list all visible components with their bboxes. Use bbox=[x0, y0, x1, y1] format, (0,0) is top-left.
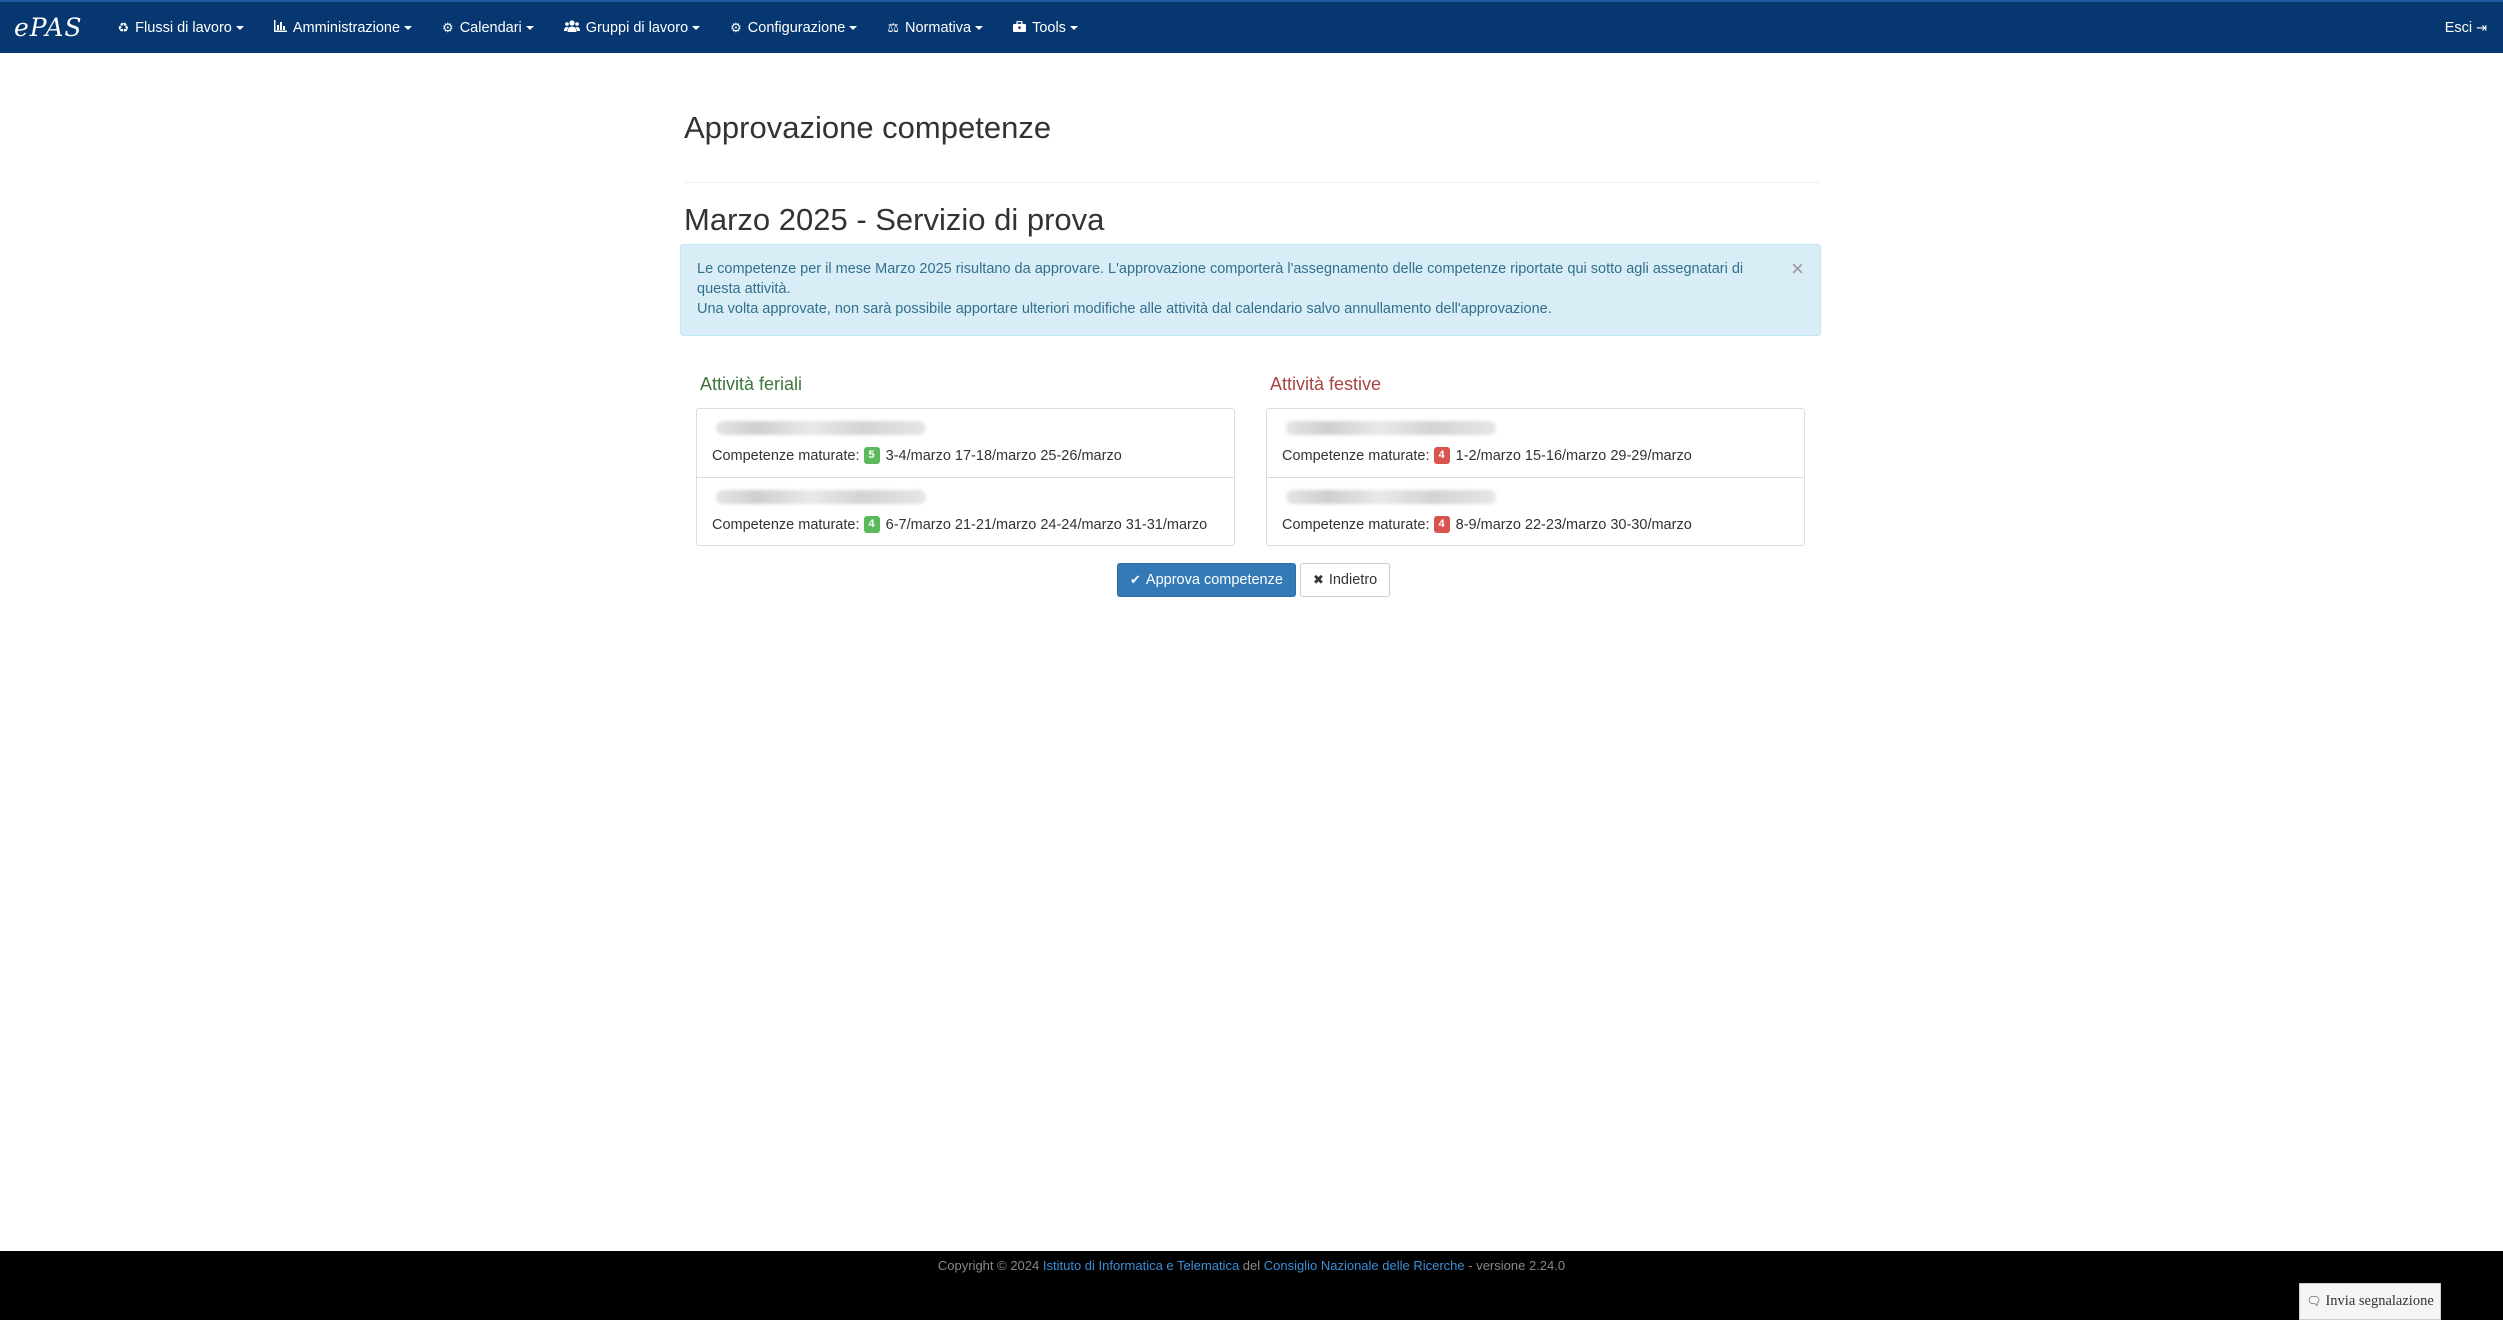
check-icon: ✔ bbox=[1130, 572, 1141, 587]
competence-dates: 1-2/marzo 15-16/marzo 29-29/marzo bbox=[1455, 447, 1692, 464]
redacted-name bbox=[716, 421, 926, 435]
competence-dates: 8-9/marzo 22-23/marzo 30-30/marzo bbox=[1455, 516, 1692, 533]
brand-logo[interactable]: ePAS bbox=[14, 13, 83, 42]
version-text: - versione 2.24.0 bbox=[1464, 1258, 1566, 1273]
nav-tools[interactable]: Tools bbox=[998, 2, 1093, 53]
users-icon bbox=[563, 20, 580, 35]
caret-down-icon bbox=[1069, 25, 1078, 30]
nav-normativa[interactable]: ⚖ Normativa bbox=[872, 2, 998, 53]
balance-scale-icon: ⚖ bbox=[887, 19, 899, 35]
approve-label: Approva competenze bbox=[1145, 572, 1283, 588]
action-buttons: ✔ Approva competenze ✖ Indietro bbox=[1117, 563, 1391, 597]
competence-label: Competenze maturate: bbox=[712, 447, 860, 464]
caret-down-icon bbox=[975, 25, 984, 30]
festive-title: Attività festive bbox=[1270, 374, 1382, 394]
divider bbox=[684, 182, 1820, 183]
competence-line: Competenze maturate: 5 3-4/marzo 17-18/m… bbox=[712, 447, 1219, 464]
gear-icon: ⚙ bbox=[730, 19, 742, 35]
report-label: Invia segnalazione bbox=[2325, 1293, 2434, 1309]
back-button[interactable]: ✖ Indietro bbox=[1299, 563, 1391, 597]
copyright-prefix: Copyright © 2024 bbox=[937, 1258, 1043, 1273]
page-subtitle: Marzo 2025 - Servizio di prova bbox=[684, 202, 1105, 237]
info-alert: Le competenze per il mese Marzo 2025 ris… bbox=[680, 244, 1821, 336]
alert-line-2: Una volta approvate, non sarà possibile … bbox=[697, 301, 1552, 317]
nav-amministrazione[interactable]: Amministrazione bbox=[259, 2, 427, 53]
copyright: Copyright © 2024 Istituto di Informatica… bbox=[0, 1258, 2503, 1273]
nav-gruppi-di-lavoro[interactable]: Gruppi di lavoro bbox=[549, 2, 715, 53]
redacted-name bbox=[1286, 490, 1496, 504]
list-item: Competenze maturate: 4 6-7/marzo 21-21/m… bbox=[697, 477, 1234, 545]
nav-label: Gruppi di lavoro bbox=[585, 19, 689, 36]
nav-configurazione[interactable]: ⚙ Configurazione bbox=[715, 2, 872, 53]
caret-down-icon bbox=[849, 25, 858, 30]
report-button[interactable]: 🗨 Invia segnalazione bbox=[2299, 1283, 2441, 1320]
competence-dates: 6-7/marzo 21-21/marzo 24-24/marzo 31-31/… bbox=[885, 516, 1208, 533]
competence-label: Competenze maturate: bbox=[712, 516, 860, 533]
approve-button[interactable]: ✔ Approva competenze bbox=[1117, 563, 1296, 597]
festive-panel: Attività festive Competenze maturate: 4 … bbox=[1266, 374, 1805, 546]
list-item: Competenze maturate: 4 1-2/marzo 15-16/m… bbox=[1267, 409, 1804, 477]
nav-calendari[interactable]: ⚙ Calendari bbox=[427, 2, 549, 53]
festive-list: Competenze maturate: 4 1-2/marzo 15-16/m… bbox=[1266, 408, 1805, 546]
competence-line: Competenze maturate: 4 6-7/marzo 21-21/m… bbox=[712, 516, 1219, 533]
nav-label: Tools bbox=[1032, 19, 1066, 36]
nav-label: Configurazione bbox=[747, 19, 846, 36]
cnr-link[interactable]: Consiglio Nazionale delle Ricerche bbox=[1264, 1258, 1465, 1273]
count-badge: 4 bbox=[1433, 447, 1450, 464]
redacted-name bbox=[716, 490, 926, 504]
feriali-title: Attività feriali bbox=[700, 374, 803, 394]
logout-label: Esci bbox=[2444, 19, 2473, 36]
nav-flussi-di-lavoro[interactable]: ♻ Flussi di lavoro bbox=[103, 2, 259, 53]
count-badge: 4 bbox=[1433, 516, 1450, 533]
bar-chart-icon bbox=[273, 20, 287, 35]
redacted-name bbox=[1286, 421, 1496, 435]
gear-icon: ⚙ bbox=[442, 19, 454, 35]
feriali-panel: Attività feriali Competenze maturate: 5 … bbox=[696, 374, 1235, 546]
competence-line: Competenze maturate: 4 1-2/marzo 15-16/m… bbox=[1282, 447, 1789, 464]
footer: Copyright © 2024 Istituto di Informatica… bbox=[0, 1251, 2503, 1320]
top-navbar: ePAS ♻ Flussi di lavoro Amministrazione … bbox=[0, 0, 2503, 53]
list-item: Competenze maturate: 5 3-4/marzo 17-18/m… bbox=[697, 409, 1234, 477]
competence-dates: 3-4/marzo 17-18/marzo 25-26/marzo bbox=[885, 447, 1122, 464]
nav-label: Amministrazione bbox=[292, 19, 401, 36]
competence-label: Competenze maturate: bbox=[1282, 516, 1430, 533]
competence-line: Competenze maturate: 4 8-9/marzo 22-23/m… bbox=[1282, 516, 1789, 533]
sign-out-icon: ⇥ bbox=[2476, 19, 2487, 35]
copyright-mid: del bbox=[1239, 1258, 1264, 1273]
recycle-icon: ♻ bbox=[117, 19, 130, 35]
nav-label: Flussi di lavoro bbox=[135, 19, 232, 36]
back-label: Indietro bbox=[1328, 572, 1378, 588]
iit-link[interactable]: Istituto di Informatica e Telematica bbox=[1043, 1258, 1239, 1273]
nav-label: Calendari bbox=[459, 19, 522, 36]
caret-down-icon bbox=[692, 25, 701, 30]
count-badge: 5 bbox=[863, 447, 880, 464]
caret-down-icon bbox=[235, 25, 244, 30]
nav-label: Normativa bbox=[905, 19, 972, 36]
comments-icon: 🗨 bbox=[2306, 1294, 2322, 1308]
close-icon[interactable]: × bbox=[1791, 258, 1804, 280]
page-title: Approvazione competenze bbox=[684, 110, 1052, 145]
count-badge: 4 bbox=[863, 516, 880, 533]
logout-link[interactable]: Esci ⇥ bbox=[2445, 2, 2487, 53]
close-icon: ✖ bbox=[1312, 572, 1324, 587]
caret-down-icon bbox=[404, 25, 413, 30]
alert-line-1: Le competenze per il mese Marzo 2025 ris… bbox=[697, 261, 1744, 297]
list-item: Competenze maturate: 4 8-9/marzo 22-23/m… bbox=[1267, 477, 1804, 545]
competence-label: Competenze maturate: bbox=[1282, 447, 1430, 464]
feriali-list: Competenze maturate: 5 3-4/marzo 17-18/m… bbox=[696, 408, 1235, 546]
toolbox-icon bbox=[1013, 20, 1027, 35]
caret-down-icon bbox=[525, 25, 534, 30]
